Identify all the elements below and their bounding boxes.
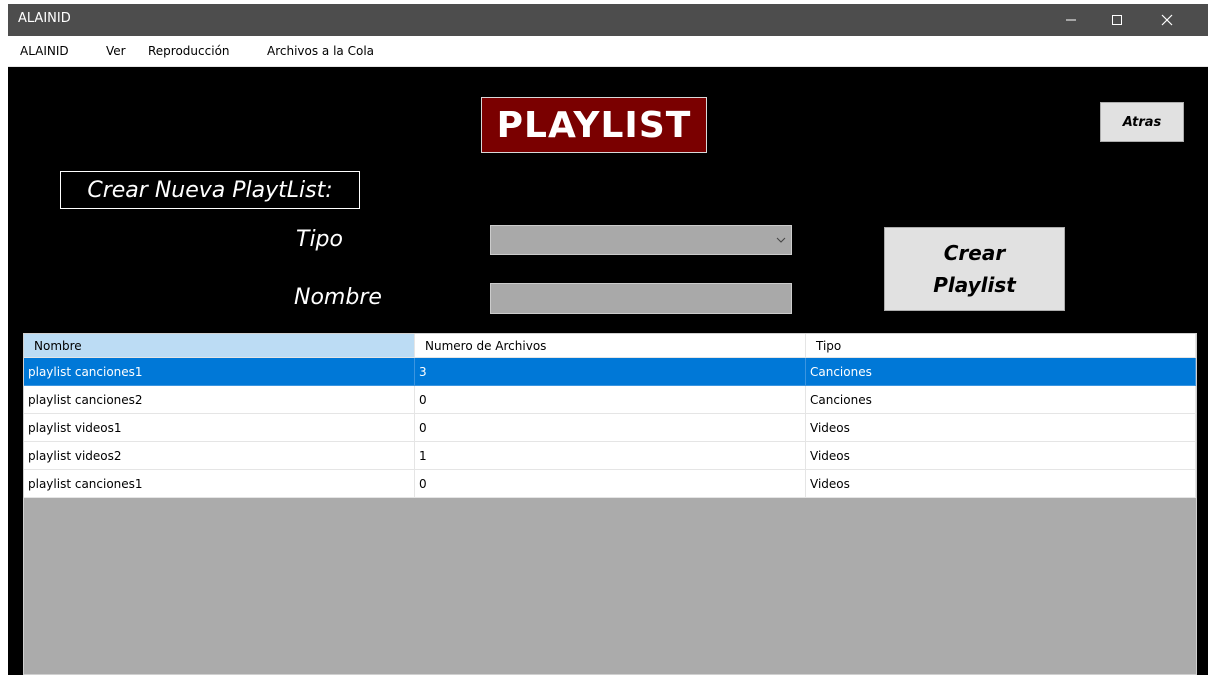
cell-nombre: playlist canciones2 [24, 386, 415, 414]
back-button[interactable]: Atras [1100, 102, 1184, 142]
cell-tipo: Canciones [806, 386, 1196, 414]
cell-nombre: playlist videos2 [24, 442, 415, 470]
playlist-table[interactable]: Nombre Numero de Archivos Tipo playlist … [23, 333, 1197, 675]
tipo-select[interactable] [490, 225, 792, 255]
menu-item-alainid[interactable]: ALAINID [20, 44, 69, 58]
table-row[interactable]: playlist canciones2 0 Canciones [24, 386, 1196, 414]
app-window: ALAINID ALAINID Ver Reproducción Archivo… [8, 4, 1208, 675]
table-row[interactable]: playlist videos1 0 Videos [24, 414, 1196, 442]
tipo-label: Tipo [296, 227, 343, 252]
cell-nombre: playlist canciones1 [24, 470, 415, 498]
chevron-down-icon[interactable] [771, 226, 791, 254]
cell-numero-archivos: 0 [415, 470, 806, 498]
cell-tipo: Videos [806, 470, 1196, 498]
create-button-line2: Playlist [933, 273, 1016, 297]
page-title: PLAYLIST [481, 97, 707, 153]
title-bar[interactable]: ALAINID [8, 4, 1208, 36]
menu-item-ver[interactable]: Ver [106, 44, 126, 58]
menu-bar: ALAINID Ver Reproducción Archivos a la C… [8, 36, 1208, 67]
close-icon [1161, 11, 1173, 30]
column-header-nombre[interactable]: Nombre [24, 334, 415, 358]
menu-item-archivos-cola[interactable]: Archivos a la Cola [267, 44, 374, 58]
menu-item-reproduccion[interactable]: Reproducción [148, 44, 230, 58]
window-title: ALAINID [18, 11, 71, 26]
cell-tipo: Canciones [806, 358, 1196, 386]
cell-numero-archivos: 1 [415, 442, 806, 470]
cell-numero-archivos: 0 [415, 414, 806, 442]
main-panel: PLAYLIST Atras Crear Nueva PlaytList: Ti… [8, 67, 1208, 675]
column-header-tipo[interactable]: Tipo [806, 334, 1196, 358]
minimize-icon [1065, 11, 1077, 30]
nombre-label: Nombre [294, 285, 382, 310]
close-button[interactable] [1144, 4, 1190, 36]
cell-nombre: playlist videos1 [24, 414, 415, 442]
create-button-line1: Crear [943, 241, 1006, 265]
cell-numero-archivos: 3 [415, 358, 806, 386]
maximize-button[interactable] [1094, 4, 1140, 36]
cell-tipo: Videos [806, 414, 1196, 442]
table-row[interactable]: playlist videos2 1 Videos [24, 442, 1196, 470]
create-playlist-button[interactable]: Crear Playlist [884, 227, 1065, 311]
table-header: Nombre Numero de Archivos Tipo [24, 334, 1196, 358]
cell-nombre: playlist canciones1 [24, 358, 415, 386]
cell-tipo: Videos [806, 442, 1196, 470]
maximize-icon [1111, 11, 1123, 30]
column-header-numero-archivos[interactable]: Numero de Archivos [415, 334, 806, 358]
cell-numero-archivos: 0 [415, 386, 806, 414]
table-row[interactable]: playlist canciones1 0 Videos [24, 470, 1196, 498]
section-label: Crear Nueva PlaytList: [60, 171, 360, 209]
table-row[interactable]: playlist canciones1 3 Canciones [24, 358, 1196, 386]
minimize-button[interactable] [1048, 4, 1094, 36]
nombre-input[interactable] [490, 283, 792, 314]
